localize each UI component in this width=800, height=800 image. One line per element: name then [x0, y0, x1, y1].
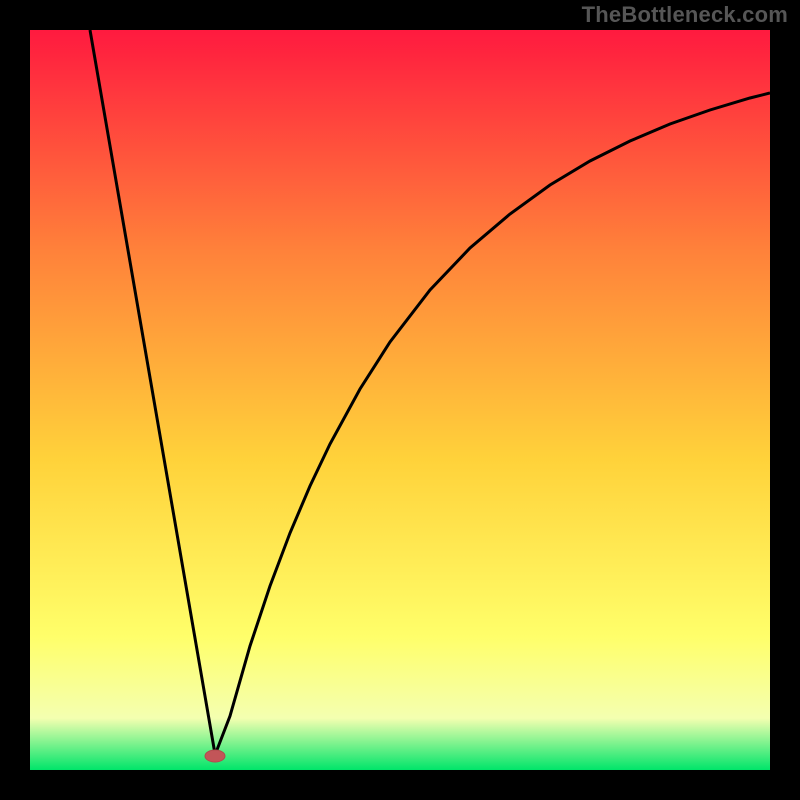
minimum-marker	[205, 750, 225, 762]
plot-area	[30, 30, 770, 770]
watermark-text: TheBottleneck.com	[582, 2, 788, 28]
chart-canvas-frame: TheBottleneck.com	[0, 0, 800, 800]
gradient-background	[30, 30, 770, 770]
chart-svg	[30, 30, 770, 770]
